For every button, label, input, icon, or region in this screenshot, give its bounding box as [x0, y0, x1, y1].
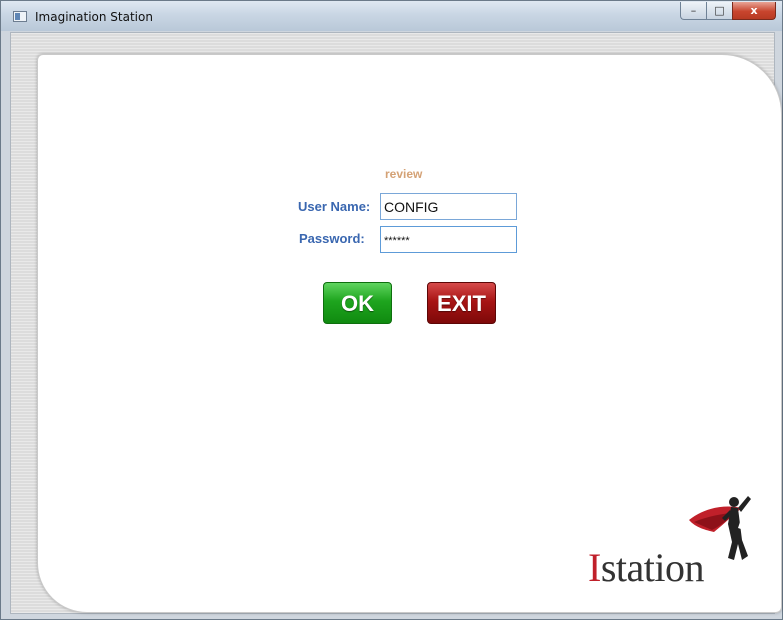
- logo-wordmark: Istation: [588, 545, 705, 590]
- ok-button[interactable]: OK: [323, 282, 392, 324]
- login-header: review: [385, 167, 423, 181]
- window-controls: – □ x: [680, 2, 776, 20]
- minimize-button[interactable]: –: [680, 2, 706, 20]
- exit-button[interactable]: EXIT: [427, 282, 496, 324]
- username-input[interactable]: [380, 193, 517, 220]
- maximize-button[interactable]: □: [706, 2, 732, 20]
- istation-logo: Istation: [588, 490, 763, 590]
- password-label: Password:: [299, 231, 365, 246]
- app-window-icon[interactable]: [13, 11, 27, 22]
- username-label: User Name:: [298, 199, 371, 214]
- password-input[interactable]: [380, 226, 517, 253]
- close-button[interactable]: x: [732, 2, 776, 20]
- window-title: Imagination Station: [35, 10, 153, 24]
- title-bar[interactable]: Imagination Station – □ x: [1, 1, 782, 31]
